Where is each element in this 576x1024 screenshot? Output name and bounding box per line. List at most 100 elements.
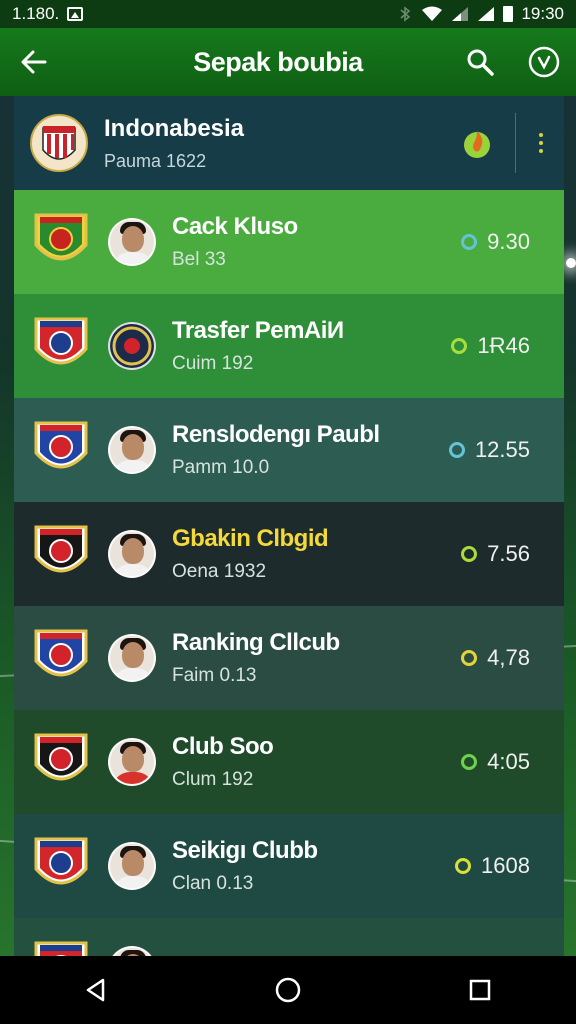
status-dot-icon [461, 650, 478, 666]
club-subtitle: Clum 192 [172, 769, 254, 790]
signal-icon [452, 7, 469, 21]
club-row[interactable]: Cack Kluso Bel 33 9.30 [14, 190, 564, 294]
club-score-value: 1Ɍ46 [477, 333, 530, 358]
check-button[interactable] [512, 28, 576, 96]
status-left-text: 1.180. [12, 4, 60, 23]
club-title: Ranking Cllcub [172, 629, 340, 656]
club-score: 1608 [455, 853, 530, 879]
status-dot-icon [461, 754, 478, 770]
club-crest-icon [34, 213, 88, 261]
header-divider [515, 113, 516, 173]
player-avatar [108, 426, 156, 474]
league-header[interactable]: Indonabesia Pauma 1622 [14, 96, 564, 190]
club-title: Trasfer PemAiИ [172, 317, 344, 344]
check-circle-icon [528, 46, 560, 78]
club-score-value: 9.30 [487, 229, 530, 254]
club-row[interactable]: Gbakin Clbgid Oena 1932 7.56 [14, 502, 564, 606]
back-button[interactable] [0, 28, 68, 96]
club-row[interactable]: Seikigı Clubb Clan 0.13 1608 [14, 814, 564, 918]
app-bar: Sepak boubia [0, 28, 576, 96]
flame-button[interactable] [457, 123, 497, 163]
back-triangle-icon [86, 978, 105, 1002]
player-avatar [108, 530, 156, 578]
battery-icon [503, 6, 514, 22]
club-title: Renslodengı Paubl [172, 421, 380, 448]
club-score: 4:05 [461, 749, 530, 775]
league-title: Indonabesia [104, 114, 245, 142]
search-icon [467, 49, 494, 76]
club-crest-icon [34, 941, 88, 956]
page-title: Sepak boubia [193, 46, 363, 77]
player-avatar [108, 218, 156, 266]
status-time: 19:30 [521, 4, 564, 23]
club-row[interactable]: Trasfer PemAiИ Cuim 192 1Ɍ46 [14, 294, 564, 398]
club-row[interactable]: Mave 2 [14, 918, 564, 956]
club-subtitle: Clan 0.13 [172, 873, 254, 894]
league-info: Indonabesia Pauma 1622 [104, 115, 457, 172]
status-dot-icon [461, 234, 478, 250]
club-row[interactable]: Ranking Cllcub Faim 0.13 4,78 [14, 606, 564, 710]
nav-back-button[interactable] [56, 956, 136, 1024]
player-avatar [108, 634, 156, 682]
club-text: Ranking Cllcub Faim 0.13 [172, 629, 461, 687]
status-dot-icon [455, 858, 472, 874]
more-button[interactable] [534, 133, 548, 153]
club-subtitle: Faim 0.13 [172, 665, 257, 686]
club-subtitle: Bel 33 [172, 249, 226, 270]
club-badge-avatar [108, 322, 156, 370]
club-row[interactable]: Renslodengı Paubl Pamm 10.0 12.55 [14, 398, 564, 502]
club-crest-icon [34, 525, 88, 573]
club-crest-icon [34, 837, 88, 885]
club-row[interactable]: Club Soo Clum 192 4:05 [14, 710, 564, 814]
club-text: Renslodengı Paubl Pamm 10.0 [172, 421, 449, 479]
club-crest-icon [34, 317, 88, 365]
club-score: 7.56 [461, 541, 530, 567]
player-avatar [108, 842, 156, 890]
system-nav-bar [0, 956, 576, 1024]
gallery-notification-icon [67, 7, 84, 21]
flame-icon [464, 131, 490, 158]
player-avatar [108, 738, 156, 786]
club-title: Gbakin Clbgid [172, 525, 329, 552]
club-subtitle: Oena 1932 [172, 561, 267, 582]
club-score: 1Ɍ46 [451, 333, 530, 359]
club-subtitle: Pamm 10.0 [172, 457, 270, 478]
status-right: 19:30 [397, 4, 564, 24]
club-crest-icon [34, 629, 88, 677]
league-crest-icon [30, 114, 88, 172]
player-avatar [108, 946, 156, 956]
bluetooth-icon [400, 6, 411, 22]
status-dot-icon [461, 546, 478, 562]
club-text: Cack Kluso Bel 33 [172, 213, 461, 271]
app-actions [448, 28, 576, 96]
status-left: 1.180. [12, 4, 84, 24]
club-score: 9.30 [461, 229, 530, 255]
home-circle-icon [275, 977, 301, 1003]
arrow-left-icon [21, 50, 47, 74]
club-list: Indonabesia Pauma 1622 Cack Kluso Bel 33 9… [14, 96, 564, 956]
club-score-value: 7.56 [487, 541, 530, 566]
status-dot-icon [451, 338, 468, 354]
search-button[interactable] [448, 28, 512, 96]
league-subtitle: Pauma 1622 [104, 150, 207, 171]
club-subtitle: Cuim 192 [172, 353, 254, 374]
nav-home-button[interactable] [248, 956, 328, 1024]
club-text: Gbakin Clbgid Oena 1932 [172, 525, 461, 583]
recents-square-icon [469, 979, 491, 1001]
rows-container: Cack Kluso Bel 33 9.30 Trasfer PemAiИ Cuim 1… [14, 190, 564, 956]
signal-icon-2 [478, 7, 495, 21]
club-title: Seikigı Clubb [172, 837, 318, 864]
club-score: 12.55 [448, 437, 530, 463]
nav-recents-button[interactable] [440, 956, 520, 1024]
club-crest-icon [34, 421, 88, 469]
club-crest-icon [34, 733, 88, 781]
club-title: Club Soo [172, 733, 274, 760]
club-score-value: 1608 [481, 853, 530, 878]
club-score-value: 4:05 [487, 749, 530, 774]
club-text: Trasfer PemAiИ Cuim 192 [172, 317, 451, 375]
floodlight [566, 258, 576, 268]
club-score-value: 4,78 [487, 645, 530, 670]
club-title: Cack Kluso [172, 213, 298, 240]
wifi-icon [422, 6, 443, 21]
club-score: 4,78 [461, 645, 530, 671]
